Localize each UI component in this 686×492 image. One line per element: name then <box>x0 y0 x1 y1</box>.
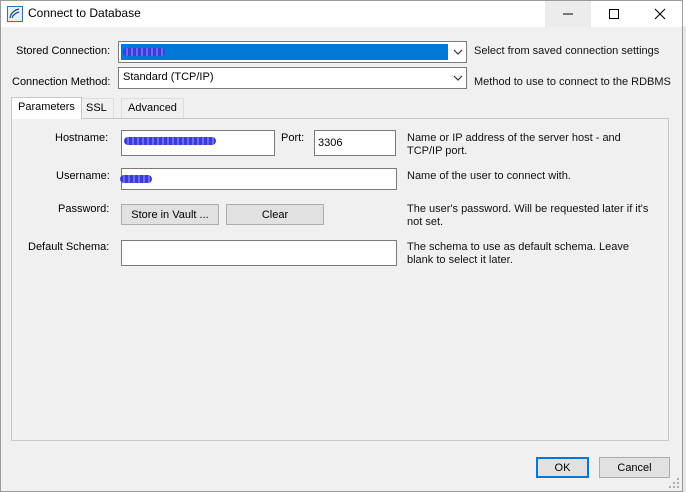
redacted-username <box>120 175 152 183</box>
default-schema-input[interactable] <box>121 240 397 266</box>
username-input[interactable] <box>120 168 397 190</box>
hostname-input[interactable] <box>121 130 275 156</box>
minimize-button[interactable] <box>545 1 591 27</box>
default-schema-help: The schema to use as default schema. Lea… <box>407 241 629 266</box>
store-in-vault-button[interactable]: Store in Vault ... <box>121 204 219 225</box>
hostname-label: Hostname: <box>55 132 109 144</box>
maximize-button[interactable] <box>591 1 637 27</box>
window-title: Connect to Database <box>28 6 141 20</box>
port-label: Port: <box>281 132 305 144</box>
ok-button[interactable]: OK <box>536 457 589 478</box>
connection-method-value: Standard (TCP/IP) <box>123 71 214 83</box>
mysql-workbench-icon <box>7 6 23 22</box>
stored-connection-help: Select from saved connection settings <box>474 45 660 57</box>
chevron-down-icon <box>453 49 463 55</box>
tab-advanced[interactable]: Advanced <box>121 98 184 118</box>
username-label: Username: <box>56 170 110 182</box>
close-icon <box>654 8 666 20</box>
connection-method-label: Connection Method: <box>12 76 111 88</box>
redacted-hostname <box>124 137 216 145</box>
password-help: The user's password. Will be requested l… <box>407 203 649 228</box>
password-label: Password: <box>58 203 110 215</box>
redacted-connection-name <box>123 48 165 56</box>
parameters-panel <box>11 118 669 441</box>
tab-ssl[interactable]: SSL <box>79 98 114 118</box>
stored-connection-label: Stored Connection: <box>16 45 111 57</box>
resize-grip-icon[interactable] <box>668 477 680 489</box>
tab-parameters[interactable]: Parameters <box>11 97 82 119</box>
maximize-icon <box>609 9 619 19</box>
connection-method-help: Method to use to connect to the RDBMS <box>474 76 671 88</box>
stored-connection-select[interactable] <box>118 41 467 63</box>
clear-password-button[interactable]: Clear <box>226 204 324 225</box>
connection-method-select[interactable]: Standard (TCP/IP) <box>118 67 467 89</box>
username-help: Name of the user to connect with. <box>407 170 571 182</box>
port-value: 3306 <box>318 137 343 149</box>
minimize-icon <box>563 13 573 15</box>
chevron-down-icon <box>453 75 463 81</box>
title-bar: Connect to Database <box>1 1 682 27</box>
close-button[interactable] <box>637 1 683 27</box>
port-input[interactable]: 3306 <box>314 130 396 156</box>
stored-connection-selection <box>121 44 448 60</box>
cancel-button[interactable]: Cancel <box>599 457 670 478</box>
default-schema-label: Default Schema: <box>28 241 110 253</box>
hostname-help: Name or IP address of the server host - … <box>407 132 621 157</box>
connect-dialog: Connect to Database Stored Connection: S… <box>0 0 683 492</box>
